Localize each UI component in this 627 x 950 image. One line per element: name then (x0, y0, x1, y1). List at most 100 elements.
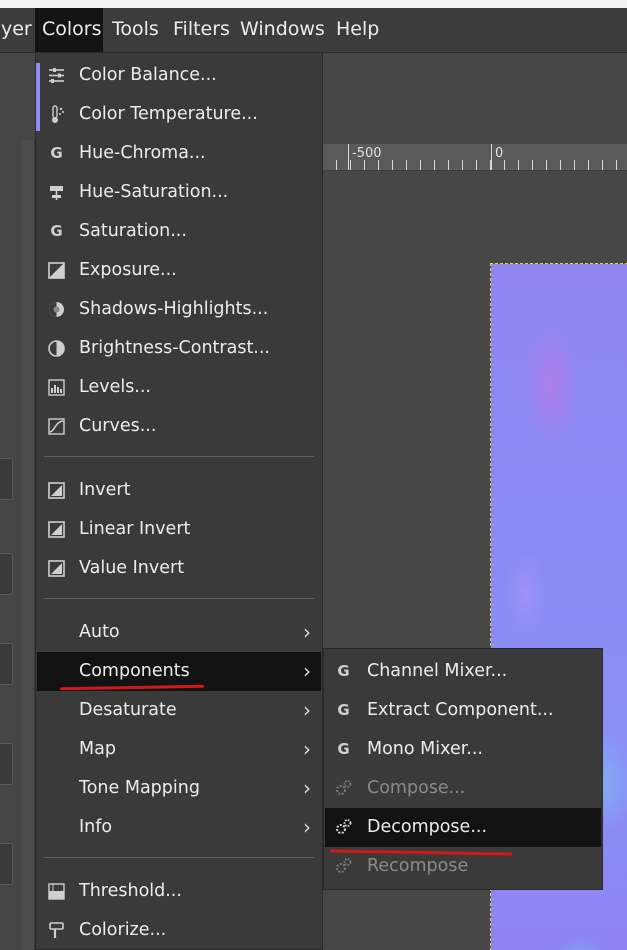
menu-item-invert[interactable]: Invert (37, 471, 321, 510)
menubar-tools[interactable]: Tools (105, 8, 166, 52)
menu-item-exposure[interactable]: Exposure... (37, 251, 321, 290)
menu-item-hue-saturation[interactable]: Hue-Saturation... (37, 173, 321, 212)
menu-item-label: Brightness-Contrast... (79, 338, 270, 358)
menu-item-label: Saturation... (79, 221, 187, 241)
vertical-ruler (22, 140, 35, 950)
gears-icon (334, 779, 353, 798)
menu-item-label: Colorize... (79, 920, 167, 940)
ruler-label-minus500: -500 (352, 146, 382, 161)
tool-button[interactable] (0, 458, 13, 500)
menu-item-label: Linear Invert (79, 519, 191, 539)
menu-separator (44, 857, 314, 858)
menu-item-label: Threshold... (79, 881, 182, 901)
tool-button[interactable] (0, 743, 13, 785)
menu-separator (44, 598, 314, 599)
menu-item-label: Exposure... (79, 260, 177, 280)
menu-item-label: Shadows-Highlights... (79, 299, 269, 319)
menubar-filters[interactable]: Filters (166, 8, 237, 52)
colors-menu: Color Balance... Color Temperature... G … (35, 52, 323, 950)
menubar-layer[interactable]: yer (0, 8, 39, 52)
invert-icon (47, 559, 66, 578)
menu-item-colorize[interactable]: Colorize... (37, 911, 321, 950)
submenu-item-mono-mixer[interactable]: G Mono Mixer... (325, 730, 601, 769)
menu-separator (44, 456, 314, 457)
menu-item-label: Levels... (79, 377, 151, 397)
gegl-icon: G (337, 740, 350, 758)
tool-button[interactable] (0, 553, 13, 595)
menu-item-brightness-contrast[interactable]: Brightness-Contrast... (37, 329, 321, 368)
menu-item-label: Tone Mapping (79, 778, 200, 798)
menu-item-color-balance[interactable]: Color Balance... (37, 56, 321, 95)
menu-item-label: Hue-Saturation... (79, 182, 229, 202)
submenu-item-label: Decompose... (367, 817, 488, 837)
submenu-item-label: Compose... (367, 778, 466, 798)
ruler-ticks (322, 160, 627, 170)
menu-item-label: Invert (79, 480, 131, 500)
threshold-icon (47, 882, 66, 901)
menu-item-value-invert[interactable]: Value Invert (37, 549, 321, 588)
menu-item-label: Hue-Chroma... (79, 143, 206, 163)
menu-item-label: Color Temperature... (79, 104, 258, 124)
menubar-windows[interactable]: Windows (233, 8, 332, 52)
submenu-item-label: Extract Component... (367, 700, 554, 720)
exposure-icon (47, 261, 66, 280)
gegl-icon: G (50, 144, 63, 162)
ruler-major-tick (348, 144, 349, 170)
sliders-icon (47, 66, 66, 85)
invert-icon (47, 481, 66, 500)
menu-item-auto[interactable]: Auto › (37, 613, 321, 652)
gegl-icon: G (50, 222, 63, 240)
tool-button[interactable] (0, 643, 13, 685)
submenu-item-decompose[interactable]: Decompose... (325, 808, 601, 847)
menu-item-tone-mapping[interactable]: Tone Mapping › (37, 769, 321, 808)
levels-icon (47, 378, 66, 397)
window-top-strip (0, 0, 627, 8)
chevron-right-icon: › (303, 776, 311, 800)
menu-item-linear-invert[interactable]: Linear Invert (37, 510, 321, 549)
menu-item-levels[interactable]: Levels... (37, 368, 321, 407)
curves-icon (47, 417, 66, 436)
submenu-item-label: Mono Mixer... (367, 739, 483, 759)
menu-item-info[interactable]: Info › (37, 808, 321, 847)
chevron-right-icon: › (303, 620, 311, 644)
menu-item-saturation[interactable]: G Saturation... (37, 212, 321, 251)
gears-icon (334, 818, 353, 837)
shadows-highlights-icon (47, 300, 66, 319)
menu-item-map[interactable]: Map › (37, 730, 321, 769)
ruler-major-tick (491, 144, 492, 170)
menu-item-curves[interactable]: Curves... (37, 407, 321, 446)
menubar-help[interactable]: Help (329, 8, 386, 52)
hue-saturation-icon (47, 183, 66, 202)
menu-item-label: Curves... (79, 416, 157, 436)
menu-item-hue-chroma[interactable]: G Hue-Chroma... (37, 134, 321, 173)
menu-item-label: Map (79, 739, 116, 759)
tool-button[interactable] (0, 843, 13, 885)
chevron-right-icon: › (303, 737, 311, 761)
menu-item-label: Value Invert (79, 558, 185, 578)
submenu-item-compose: Compose... (325, 769, 601, 808)
menu-item-label: Auto (79, 622, 120, 642)
menubar-colors[interactable]: Colors (35, 8, 103, 52)
menu-item-label: Info (79, 817, 113, 837)
gegl-icon: G (337, 701, 350, 719)
invert-icon (47, 520, 66, 539)
submenu-item-extract-component[interactable]: G Extract Component... (325, 691, 601, 730)
gegl-icon: G (337, 662, 350, 680)
menu-item-color-temperature[interactable]: Color Temperature... (37, 95, 321, 134)
menu-item-threshold[interactable]: Threshold... (37, 872, 321, 911)
brightness-contrast-icon (47, 339, 66, 358)
chevron-right-icon: › (303, 659, 311, 683)
ruler-label-zero: 0 (495, 146, 504, 161)
chevron-right-icon: › (303, 815, 311, 839)
colorize-icon (47, 921, 66, 940)
submenu-item-label: Channel Mixer... (367, 661, 508, 681)
horizontal-ruler: -500 0 (322, 144, 627, 171)
gears-icon (334, 857, 353, 876)
menu-item-desaturate[interactable]: Desaturate › (37, 691, 321, 730)
menu-item-shadows-highlights[interactable]: Shadows-Highlights... (37, 290, 321, 329)
chevron-right-icon: › (303, 698, 311, 722)
menu-item-label: Desaturate (79, 700, 177, 720)
menubar: yer Colors Tools Filters Windows Help (0, 8, 627, 53)
submenu-item-channel-mixer[interactable]: G Channel Mixer... (325, 652, 601, 691)
thermometer-icon (47, 105, 66, 124)
